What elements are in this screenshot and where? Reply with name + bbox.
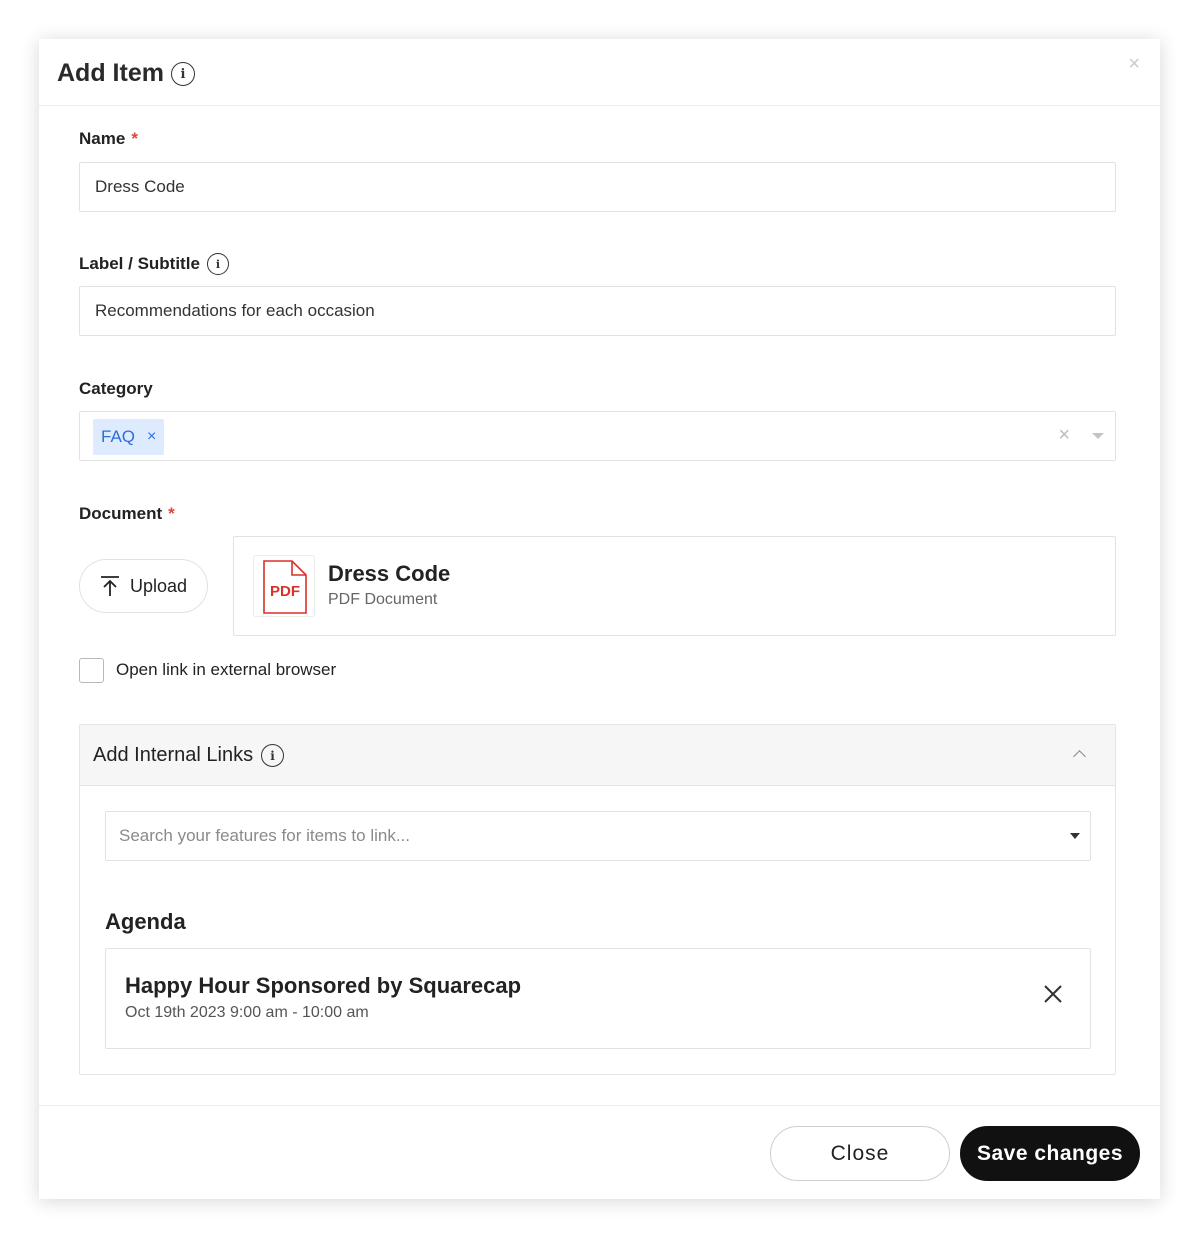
caret-down-icon[interactable] (1070, 833, 1080, 839)
document-type: PDF Document (328, 591, 438, 608)
category-label: Category (79, 379, 153, 398)
required-mark: * (131, 129, 138, 148)
document-label: Document * (79, 504, 175, 524)
link-search-select[interactable]: Search your features for items to link..… (105, 811, 1091, 861)
subtitle-input[interactable]: Recommendations for each occasion (79, 286, 1116, 336)
internal-links-title: Add Internal Links (93, 744, 254, 766)
name-input[interactable]: Dress Code (79, 162, 1116, 212)
link-search-placeholder: Search your features for items to link..… (119, 826, 411, 845)
document-label-text: Document (79, 504, 163, 523)
open-external-label: Open link in external browser (116, 660, 337, 679)
name-label-text: Name (79, 129, 126, 148)
linked-section-heading: Agenda (105, 909, 186, 934)
add-item-modal: Add Item i × Name * Dress Code Label / Su… (39, 39, 1160, 1199)
upload-button[interactable]: Upload (79, 559, 208, 613)
subtitle-input-value: Recommendations for each occasion (95, 301, 375, 320)
category-select[interactable]: FAQ × × (79, 411, 1116, 461)
name-input-value: Dress Code (95, 177, 185, 196)
remove-link-close-icon[interactable] (1042, 983, 1064, 1005)
document-card[interactable]: PDF Dress Code PDF Document (233, 536, 1116, 636)
pdf-badge-text: PDF (270, 583, 300, 600)
modal-title: Add Item (57, 59, 164, 87)
pdf-file-icon: PDF (253, 555, 315, 617)
title-info-icon[interactable]: i (171, 62, 195, 86)
subtitle-label: Label / Subtitle (79, 254, 200, 273)
upload-icon (100, 575, 120, 597)
internal-links-header[interactable]: Add Internal Links i (80, 725, 1115, 786)
chip-remove-icon[interactable]: × (147, 428, 156, 446)
modal-header: Add Item i × (39, 39, 1160, 106)
internal-links-panel: Add Internal Links i Search your feature… (79, 724, 1116, 1075)
clear-category-icon[interactable]: × (1058, 424, 1070, 447)
close-button[interactable]: Close (770, 1126, 950, 1181)
category-caret-down-icon[interactable] (1092, 433, 1104, 439)
upload-button-label: Upload (129, 575, 188, 596)
linked-item-title: Happy Hour Sponsored by Squarecap (125, 973, 522, 998)
category-chip: FAQ × (93, 419, 165, 455)
internal-links-info-icon[interactable]: i (261, 744, 284, 767)
category-chip-label: FAQ (101, 427, 136, 446)
required-mark: * (168, 504, 175, 523)
modal-close-icon[interactable]: × (1128, 53, 1140, 76)
save-changes-button[interactable]: Save changes (960, 1126, 1140, 1181)
document-name: Dress Code (328, 561, 451, 586)
open-external-checkbox[interactable] (79, 658, 104, 683)
chevron-up-icon[interactable] (1073, 750, 1086, 763)
name-label: Name * (79, 129, 138, 149)
modal-footer: Close Save changes (39, 1105, 1160, 1199)
linked-item-card: Happy Hour Sponsored by Squarecap Oct 19… (105, 948, 1091, 1049)
subtitle-info-icon[interactable]: i (207, 253, 229, 275)
linked-item-date: Oct 19th 2023 9:00 am - 10:00 am (125, 1004, 369, 1021)
